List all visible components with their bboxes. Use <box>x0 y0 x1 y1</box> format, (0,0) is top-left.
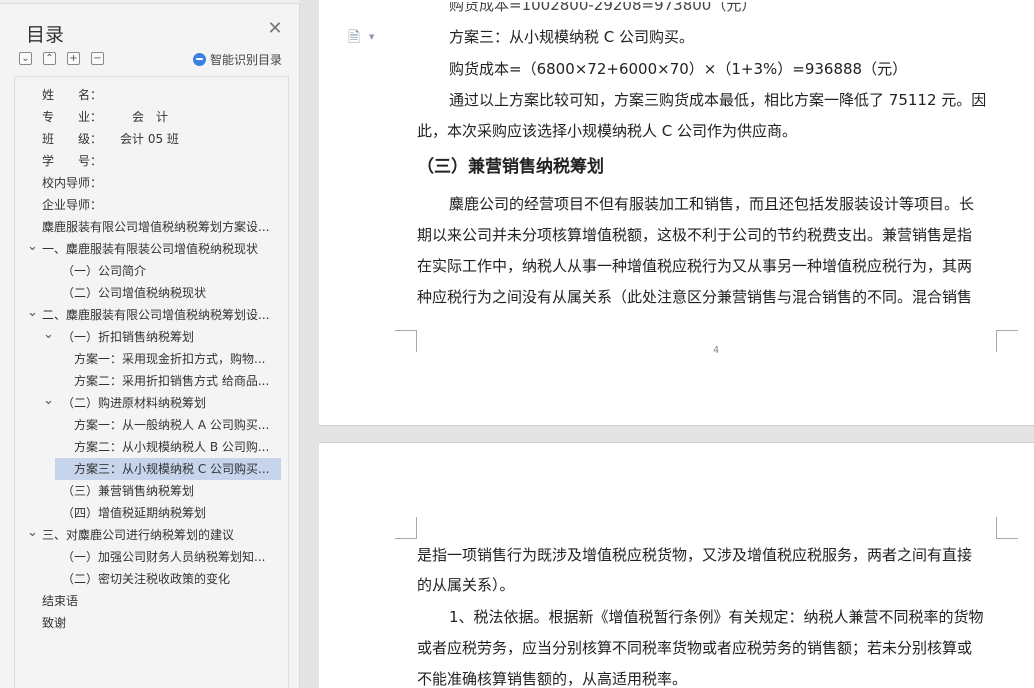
toc-item[interactable]: 结束语 <box>15 590 288 612</box>
add-level-icon[interactable]: + <box>67 52 80 65</box>
toc-item[interactable]: ⌄ 三、对麋鹿公司进行纳税筹划的建议 <box>15 524 288 546</box>
toc-item[interactable]: 方案一：采用现金折扣方式，购物... <box>15 348 288 370</box>
toc-item-label: 方案二：从小规模纳税人 B 公司购... <box>74 440 270 454</box>
smart-toc-label: 智能识别目录 <box>210 53 283 67</box>
toc-item-label: 三、对麋鹿公司进行纳税筹划的建议 <box>42 528 235 542</box>
body-line: 购货成本=（6800×72+6000×70）×（1+3%）=936888（元） <box>449 60 908 78</box>
body-line: 通过以上方案比较可知，方案三购货成本最低，相比方案一降低了 75112 元。因 <box>449 91 987 109</box>
chevron-down-icon[interactable]: ⌄ <box>43 326 54 348</box>
toc-item-label: 二、麋鹿服装有限公司增值税纳税筹划设... <box>42 308 270 322</box>
page-corner-mark <box>996 330 1018 352</box>
toc-item[interactable]: 方案一：从一般纳税人 A 公司购买... <box>15 414 288 436</box>
body-line: 在实际工作中，纳税人从事一种增值税应税行为又从事另一种增值税应税行为，其两 <box>417 257 973 275</box>
smart-recognize-icon <box>193 53 206 66</box>
toc-item-label: 方案一：从一般纳税人 A 公司购买... <box>74 418 270 432</box>
page-corner-mark <box>395 330 417 352</box>
sidebar-top-border <box>0 0 300 4</box>
smart-toc-button[interactable]: 智能识别目录 <box>193 51 282 68</box>
body-line: 1、税法依据。根据新《增值税暂行条例》有关规定：纳税人兼营不同税率的货物 <box>449 608 984 626</box>
toc-item[interactable]: （四）增值税延期纳税筹划 <box>15 502 288 524</box>
toc-item[interactable]: 企业导师： <box>15 194 288 216</box>
toc-item-label: 校内导师： <box>42 176 103 190</box>
expand-all-icon[interactable]: ⌄ <box>19 52 32 65</box>
toc-item-label: 专 业： 会 计 <box>42 110 169 124</box>
toc-toolbar: ⌄ ⌃ + − <box>19 52 115 65</box>
toc-item[interactable]: 姓 名： <box>15 84 288 106</box>
toc-item[interactable]: （二）密切关注税收政策的变化 <box>15 568 288 590</box>
toc-item[interactable]: （三）兼营销售纳税筹划 <box>15 480 288 502</box>
toc-item[interactable]: ⌄ （一）折扣销售纳税筹划 <box>15 326 288 348</box>
page-corner-mark <box>996 517 1018 539</box>
toc-item[interactable]: 方案二：采用折扣销售方式 给商品... <box>15 370 288 392</box>
toc-item-label: （二）密切关注税收政策的变化 <box>62 572 231 586</box>
chevron-down-icon: ▼ <box>369 33 375 41</box>
toc-item[interactable]: 方案三：从小规模纳税 C 公司购买... <box>15 458 288 480</box>
toc-item-label: 一、麋鹿服装有限装公司增值税纳税现状 <box>42 242 259 256</box>
toc-item-label: （三）兼营销售纳税筹划 <box>62 484 195 498</box>
toc-item-label: （一）公司简介 <box>62 264 147 278</box>
body-line: 此，本次采购应该选择小规模纳税人 C 公司作为供应商。 <box>417 122 798 140</box>
page-number: 4 <box>712 345 720 356</box>
toc-item[interactable]: 校内导师： <box>15 172 288 194</box>
section-heading: （三）兼营销售纳税筹划 <box>417 157 604 177</box>
body-line: 麋鹿公司的经营项目不但有服装加工和销售，而且还包括发服装设计等项目。长 <box>449 195 975 213</box>
toc-sidebar: 目录 ✕ ⌄ ⌃ + − 智能识别目录 姓 名： 专 业： 会 计班 级： 会计 … <box>0 0 300 688</box>
toc-item[interactable]: ⌄ （二）购进原材料纳税筹划 <box>15 392 288 414</box>
toc-item-label: 学 号： <box>42 154 103 168</box>
body-line: 方案三：从小规模纳税 C 公司购买。 <box>449 28 695 46</box>
toc-item-label: 方案三：从小规模纳税 C 公司购买... <box>74 462 270 476</box>
toc-item[interactable]: ⌄ 二、麋鹿服装有限公司增值税纳税筹划设... <box>15 304 288 326</box>
toc-item-label: 麋鹿服装有限公司增值税纳税筹划方案设... <box>42 220 270 234</box>
document-menu-icon[interactable]: 🗎 ▼ <box>348 27 374 52</box>
page-corner-mark <box>395 517 417 539</box>
toc-item-label: （一）加强公司财务人员纳税筹划知... <box>62 550 266 564</box>
toc-list: 姓 名： 专 业： 会 计班 级： 会计 05 班学 号： 校内导师： 企业导师： 麋鹿… <box>14 76 289 688</box>
chevron-down-icon[interactable]: ⌄ <box>27 304 38 326</box>
toc-item[interactable]: ⌄ 一、麋鹿服装有限装公司增值税纳税现状 <box>15 238 288 260</box>
toc-item[interactable]: （一）公司简介 <box>15 260 288 282</box>
toc-item[interactable]: （二）公司增值税纳税现状 <box>15 282 288 304</box>
body-line: 不能准确核算销售额的，从高适用税率。 <box>417 670 688 688</box>
toc-item[interactable]: 方案二：从小规模纳税人 B 公司购... <box>15 436 288 458</box>
remove-level-icon[interactable]: − <box>91 52 104 65</box>
toc-item-label: 姓 名： <box>42 88 103 102</box>
body-line: 种应税行为之间没有从属关系（此处注意区分兼营销售与混合销售的不同。混合销售 <box>417 288 973 306</box>
toc-item-label: 结束语 <box>42 594 79 608</box>
toc-item[interactable]: 学 号： <box>15 150 288 172</box>
toc-item[interactable]: 班 级： 会计 05 班 <box>15 128 288 150</box>
body-line: 是指一项销售行为既涉及增值税应税货物，又涉及增值税应税服务，两者之间有直接 <box>417 546 973 564</box>
toc-item[interactable]: 致谢 <box>15 612 288 634</box>
toc-item[interactable]: 麋鹿服装有限公司增值税纳税筹划方案设... <box>15 216 288 238</box>
collapse-up-icon[interactable]: ⌃ <box>43 52 56 65</box>
chevron-down-icon[interactable]: ⌄ <box>43 392 54 414</box>
toc-item-label: 企业导师： <box>42 198 103 212</box>
body-line: 的从属关系）。 <box>417 576 515 594</box>
close-icon[interactable]: ✕ <box>266 20 284 38</box>
cut-off-line: 购货成本=1002800-29208=973800（元） <box>449 0 757 14</box>
toc-item-label: 方案二：采用折扣销售方式 给商品... <box>74 374 270 388</box>
toc-item-label: 致谢 <box>42 616 67 630</box>
chevron-down-icon[interactable]: ⌄ <box>27 524 38 546</box>
toc-item-label: （二）公司增值税纳税现状 <box>62 286 207 300</box>
toc-item-label: （四）增值税延期纳税筹划 <box>62 506 207 520</box>
toc-item-label: 方案一：采用现金折扣方式，购物... <box>74 352 266 366</box>
chevron-down-icon[interactable]: ⌄ <box>27 238 38 260</box>
body-line: 或者应税劳务，应当分别核算不同税率货物或者应税劳务的销售额；若未分别核算或 <box>417 639 973 657</box>
sidebar-title: 目录 <box>26 24 65 46</box>
toc-item-label: 班 级： 会计 05 班 <box>42 132 179 146</box>
toc-item[interactable]: 专 业： 会 计 <box>15 106 288 128</box>
toc-item-label: （一）折扣销售纳税筹划 <box>62 330 195 344</box>
toc-item[interactable]: （一）加强公司财务人员纳税筹划知... <box>15 546 288 568</box>
body-line: 期以来公司并未分项核算增值税额，这极不利于公司的节约税费支出。兼营销售是指 <box>417 226 973 244</box>
toc-item-label: （二）购进原材料纳税筹划 <box>62 396 207 410</box>
